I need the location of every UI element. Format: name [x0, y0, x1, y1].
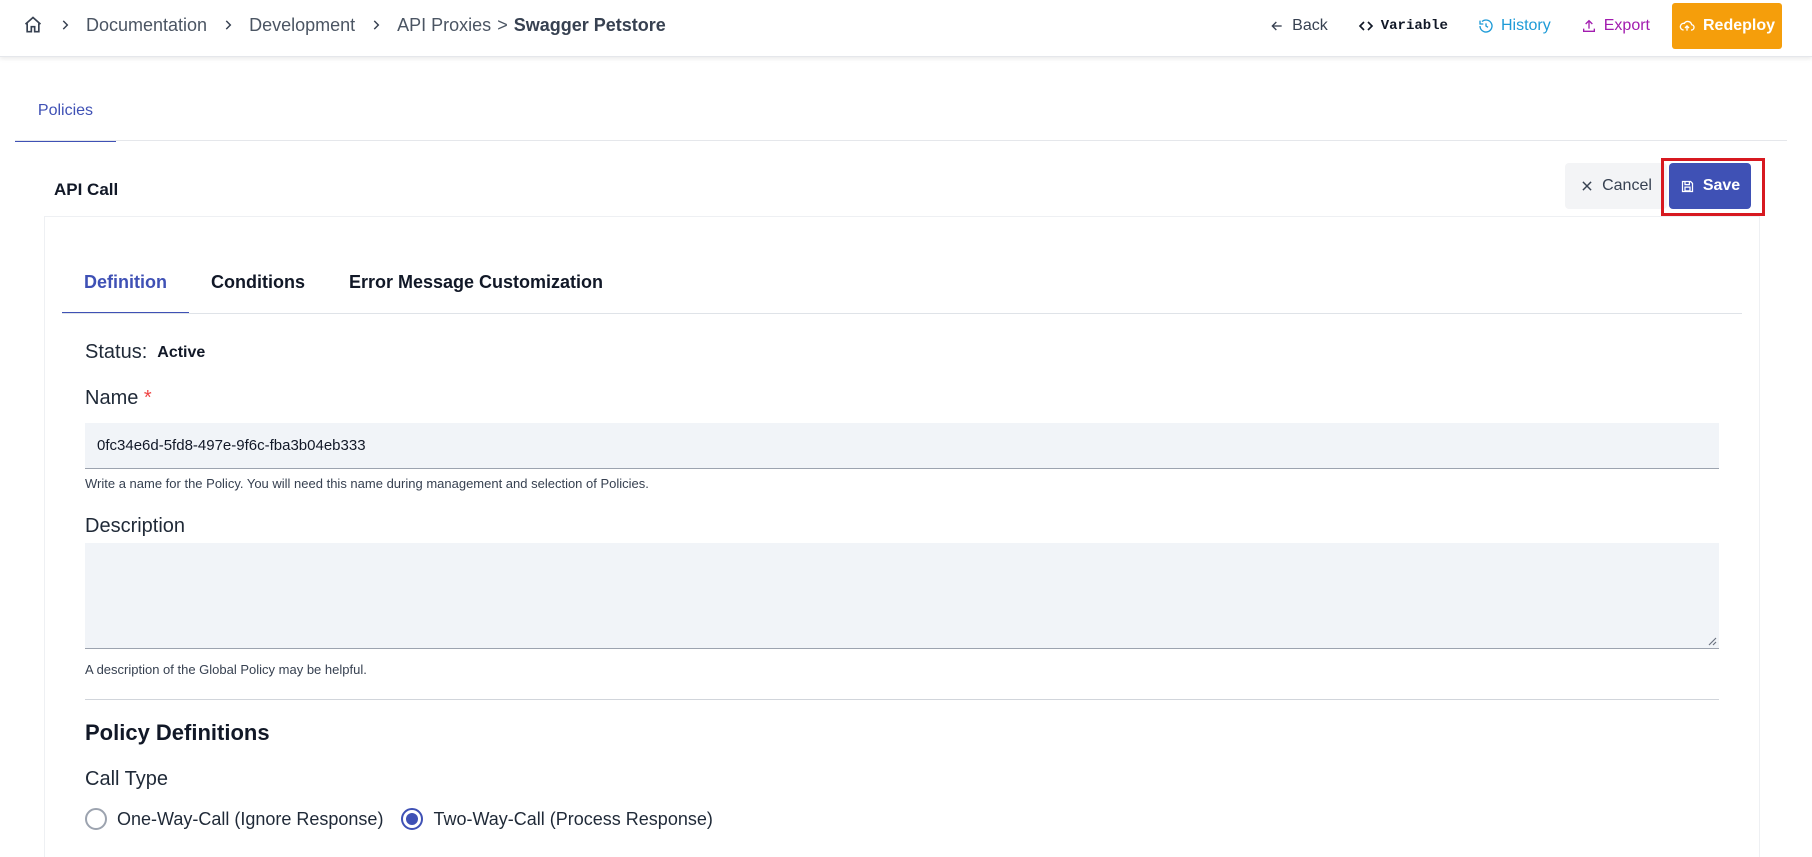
redeploy-label: Redeploy	[1702, 17, 1775, 34]
cancel-button[interactable]: Cancel	[1565, 163, 1667, 209]
variable-button[interactable]: Variable	[1358, 18, 1448, 34]
arrow-left-icon	[1271, 21, 1282, 31]
chevron-right-icon	[58, 18, 72, 32]
code-icon	[1358, 21, 1373, 31]
close-icon	[1582, 181, 1592, 191]
required-marker: *	[143, 387, 152, 409]
page-title: API Call	[54, 180, 119, 199]
tab-error-message-customization[interactable]: Error Message Customization	[327, 256, 625, 314]
redeploy-button[interactable]: Redeploy	[1672, 3, 1782, 49]
header-actions: Back Variable History Export Redeploy	[1239, 3, 1782, 49]
chevron-right-icon	[369, 18, 383, 32]
tab-conditions[interactable]: Conditions	[189, 256, 327, 314]
name-field[interactable]	[85, 423, 1719, 469]
cancel-label: Cancel	[1602, 177, 1652, 194]
tabs-divider	[15, 140, 1787, 141]
radio-circle-selected[interactable]	[401, 808, 424, 830]
save-button[interactable]: Save	[1669, 163, 1751, 209]
history-button[interactable]: History	[1478, 17, 1551, 35]
back-button[interactable]: Back	[1269, 17, 1328, 35]
home-icon[interactable]	[22, 14, 44, 36]
breadcrumb-separator: >	[497, 14, 508, 35]
cloud-upload-icon	[1679, 20, 1695, 31]
status-value: Active	[157, 343, 206, 361]
breadcrumb-item-api-proxies[interactable]: API Proxies	[397, 15, 491, 36]
variable-label: Variable	[1380, 18, 1448, 34]
radio-two-way-call[interactable]: Two-Way-Call (Process Response)	[401, 808, 713, 830]
call-type-radio-group: One-Way-Call (Ignore Response) Two-Way-C…	[85, 808, 731, 830]
name-label: Name *	[85, 387, 152, 410]
history-icon	[1479, 19, 1493, 33]
call-type-label: Call Type	[85, 768, 169, 790]
export-button[interactable]: Export	[1581, 17, 1650, 35]
history-label: History	[1500, 17, 1551, 34]
radio-one-way-call[interactable]: One-Way-Call (Ignore Response)	[85, 808, 383, 830]
section-divider	[85, 699, 1719, 700]
breadcrumb: Documentation Development API Proxies > …	[22, 14, 666, 36]
radio-two-way-label: Two-Way-Call (Process Response)	[433, 808, 713, 829]
policy-subtabs: Definition Conditions Error Message Cust…	[62, 256, 625, 314]
upload-icon	[1582, 19, 1595, 32]
subtabs-divider	[62, 313, 1742, 314]
breadcrumb-item-development[interactable]: Development	[249, 15, 355, 36]
tab-definition[interactable]: Definition	[62, 256, 189, 314]
name-hint: Write a name for the Policy. You will ne…	[85, 476, 649, 491]
radio-circle[interactable]	[85, 808, 107, 830]
policy-definitions-title: Policy Definitions	[85, 720, 270, 745]
description-hint: A description of the Global Policy may b…	[85, 662, 367, 677]
radio-one-way-label: One-Way-Call (Ignore Response)	[117, 808, 384, 829]
description-label: Description	[85, 515, 186, 537]
breadcrumb-item-documentation[interactable]: Documentation	[86, 15, 207, 36]
top-bar: Documentation Development API Proxies > …	[0, 0, 1812, 57]
description-field[interactable]	[85, 543, 1719, 649]
back-label: Back	[1292, 17, 1328, 34]
resize-handle-icon[interactable]	[1707, 636, 1717, 646]
breadcrumb-current: Swagger Petstore	[513, 14, 666, 35]
floppy-disk-icon	[1681, 180, 1693, 192]
export-label: Export	[1603, 17, 1650, 34]
status-row: Status: Active	[85, 341, 205, 364]
chevron-right-icon	[221, 18, 235, 32]
status-label: Status:	[85, 341, 148, 363]
tab-policies[interactable]: Policies	[15, 92, 116, 142]
save-label: Save	[1702, 177, 1741, 194]
name-label-text: Name	[85, 387, 139, 409]
